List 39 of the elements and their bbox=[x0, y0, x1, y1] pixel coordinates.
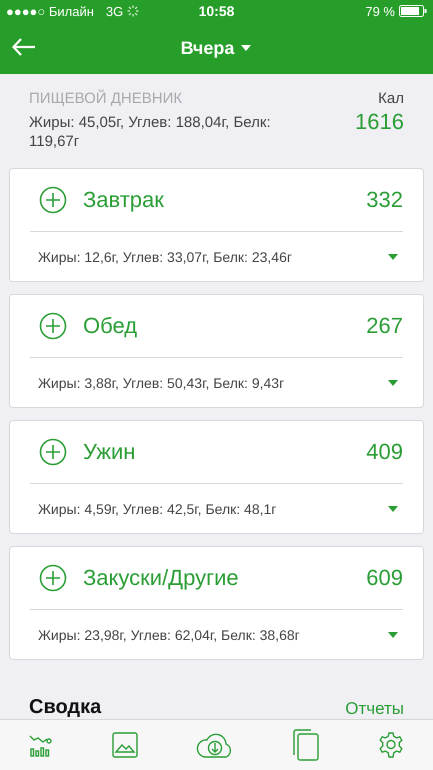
macros-text: Жиры: 3,88г, Углев: 50,43г, Белк: 9,43г bbox=[38, 374, 284, 390]
copy-icon[interactable] bbox=[293, 729, 320, 761]
meal-name[interactable]: Обед bbox=[83, 313, 366, 339]
chart-icon[interactable] bbox=[29, 733, 54, 757]
meal-calories: 267 bbox=[366, 313, 403, 339]
network-text: 3G bbox=[106, 4, 124, 18]
caret-icon bbox=[240, 44, 252, 52]
expand-icon[interactable] bbox=[387, 630, 399, 638]
macros-text: Жиры: 45,05г, Углев: 188,04г, Белк: 119,67г bbox=[29, 113, 272, 151]
macros-text: Жиры: 23,98г, Углев: 62,04г, Белк: 38,68г bbox=[38, 626, 300, 642]
expand-icon[interactable] bbox=[387, 504, 399, 512]
carrier-text: ●●●●○ Билайн bbox=[6, 4, 94, 18]
meal-calories: 332 bbox=[366, 187, 403, 213]
meal-calories: 409 bbox=[366, 439, 403, 465]
expand-icon[interactable] bbox=[387, 252, 399, 260]
macros-text: Жиры: 4,59г, Углев: 42,5г, Белк: 48,1г bbox=[38, 500, 276, 516]
image-icon[interactable] bbox=[112, 732, 138, 758]
section-label: ПИЩЕВОЙ ДНЕВНИК bbox=[29, 90, 184, 107]
meal-name[interactable]: Закуски/Другие bbox=[83, 565, 366, 591]
meal-calories: 609 bbox=[366, 565, 403, 591]
meal-name[interactable]: Ужин bbox=[83, 439, 366, 465]
battery-text: 79 % bbox=[365, 4, 395, 18]
meal-name[interactable]: Завтрак bbox=[83, 187, 366, 213]
reports-link[interactable]: Отчеты bbox=[345, 699, 404, 719]
calories-value: 1616 bbox=[355, 109, 404, 135]
date-dropdown[interactable]: Вчера bbox=[180, 38, 252, 58]
clock-text: 10:58 bbox=[198, 3, 234, 19]
back-button[interactable] bbox=[10, 36, 38, 58]
section-title: Сводка bbox=[29, 696, 102, 719]
calories-label: Кал bbox=[377, 90, 404, 107]
activity-icon bbox=[127, 5, 140, 17]
add-icon[interactable] bbox=[39, 564, 67, 592]
add-icon[interactable] bbox=[39, 438, 67, 466]
battery-icon bbox=[399, 5, 427, 17]
add-icon[interactable] bbox=[39, 186, 67, 214]
expand-icon[interactable] bbox=[387, 378, 399, 386]
add-icon[interactable] bbox=[39, 312, 67, 340]
settings-icon[interactable] bbox=[378, 732, 404, 758]
macros-text: Жиры: 12,6г, Углев: 33,07г, Белк: 23,46г bbox=[38, 248, 292, 264]
